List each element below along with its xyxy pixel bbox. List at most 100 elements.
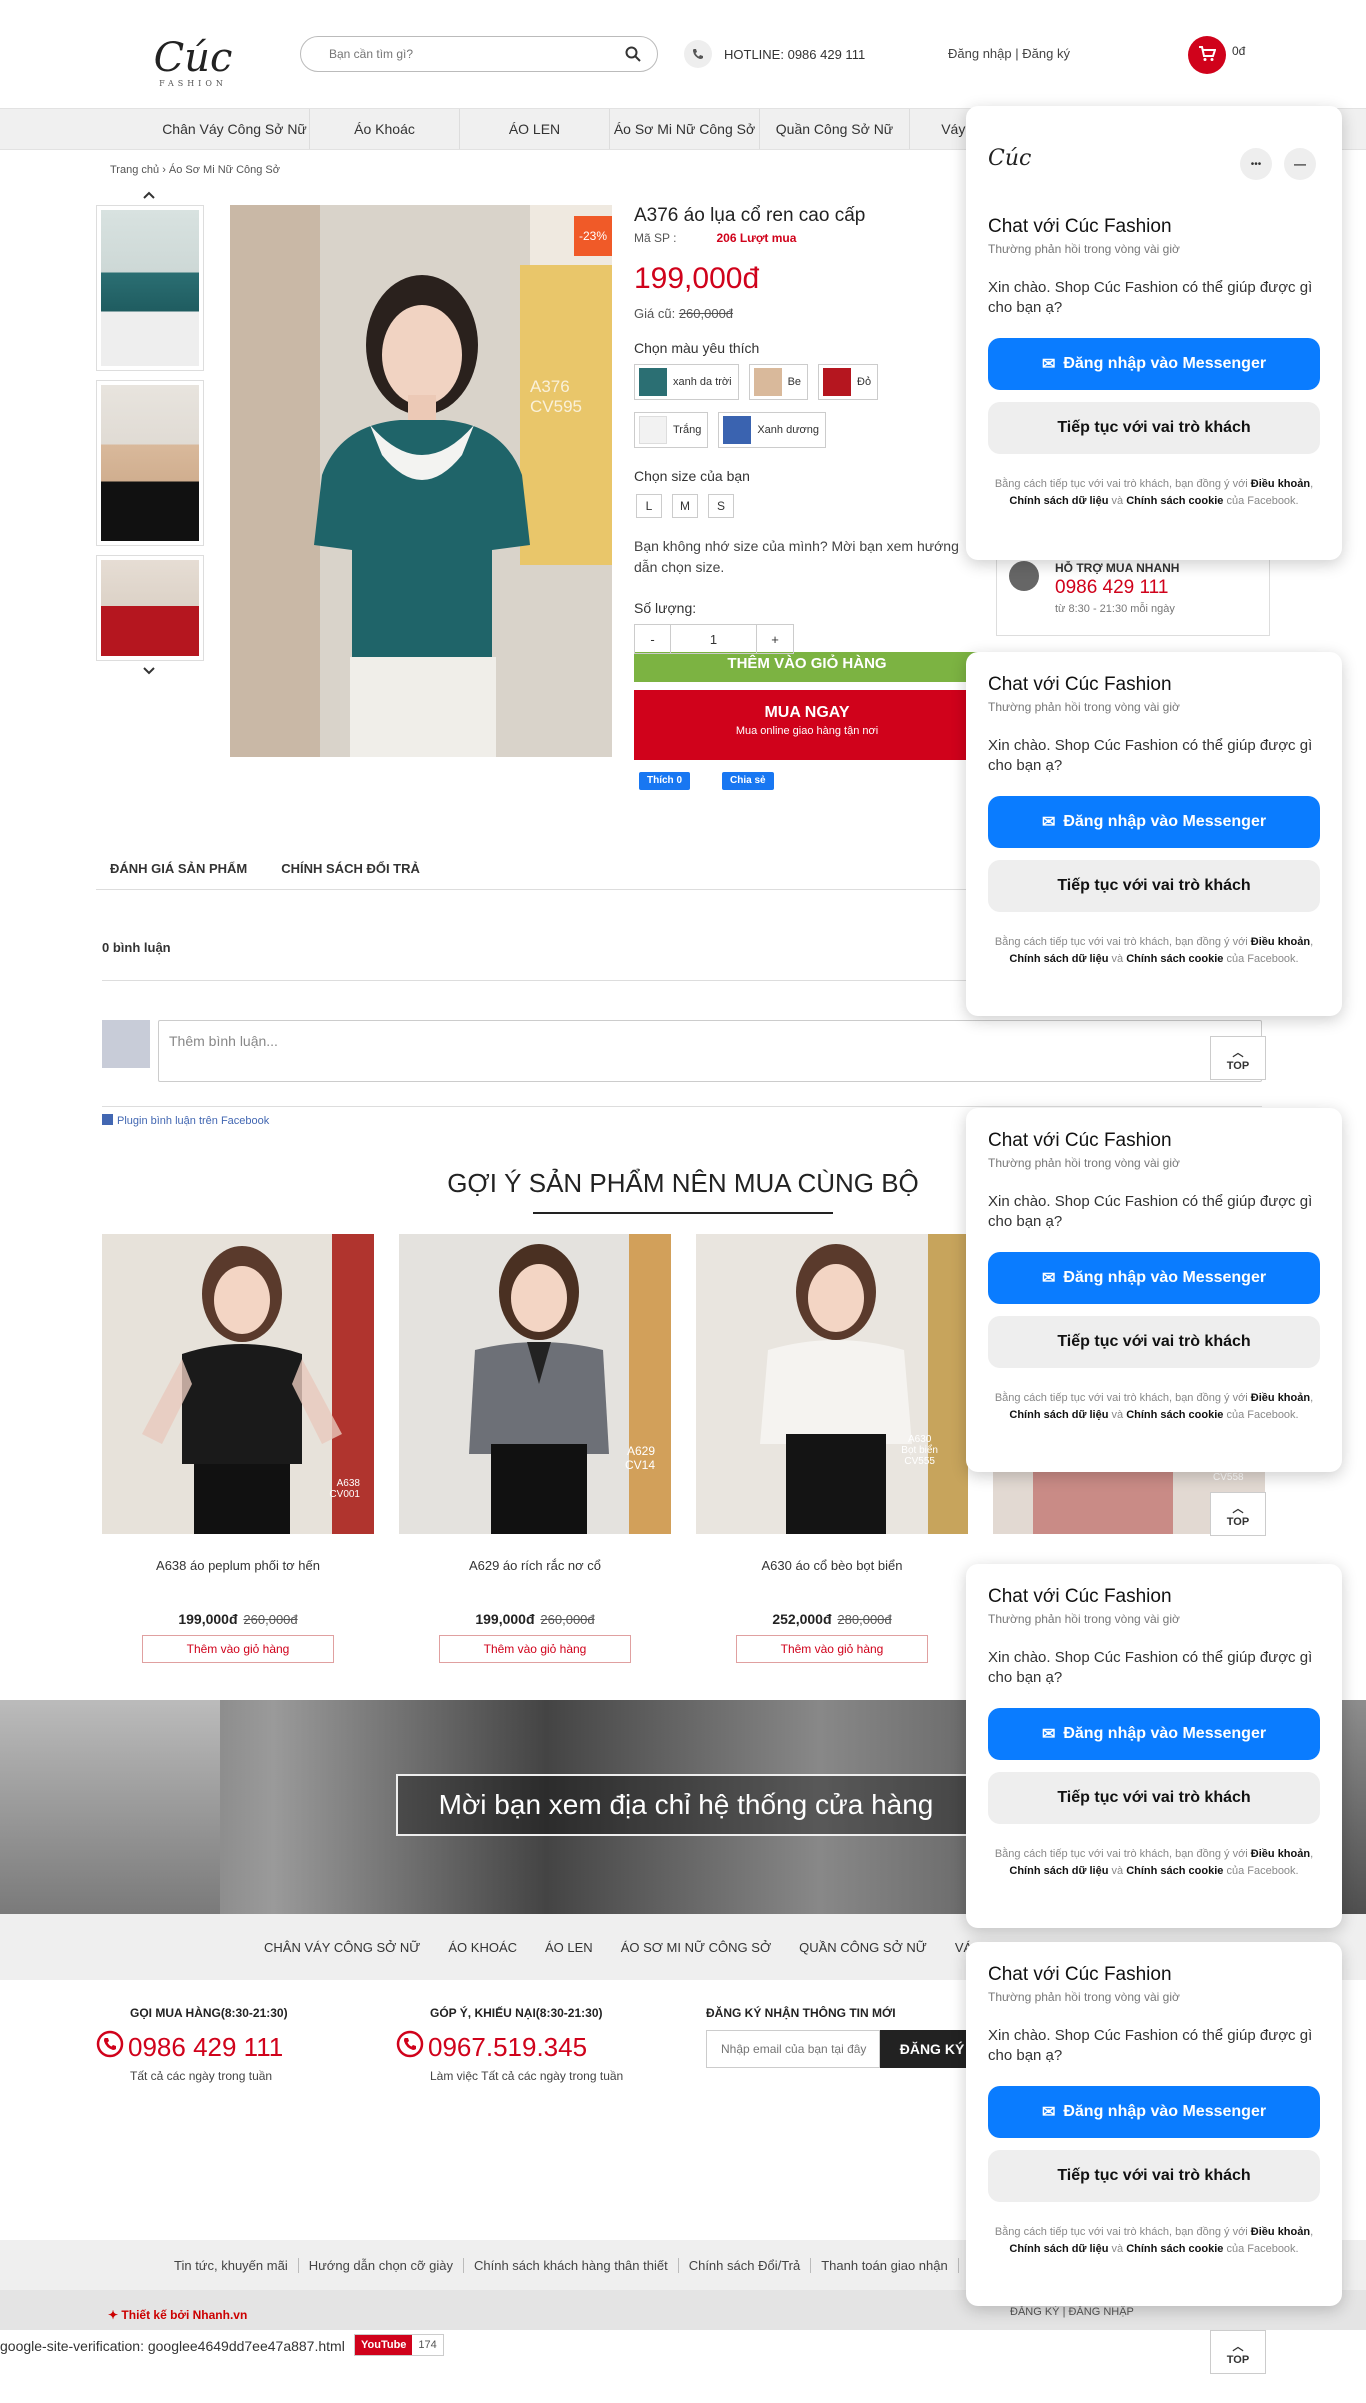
footer-menu-item[interactable]: QUẦN CÔNG SỞ NỮ — [799, 1940, 927, 1955]
product-main-image[interactable]: A376 CV595 — [230, 205, 612, 757]
size-option[interactable]: S — [708, 494, 734, 518]
messenger-login-button[interactable]: ✉ Đăng nhập vào Messenger — [988, 2086, 1320, 2138]
add-to-cart-button[interactable]: Thêm vào giỏ hàng — [142, 1635, 334, 1663]
continue-as-guest-button[interactable]: Tiếp tục với vai trò khách — [988, 1316, 1320, 1368]
footer-menu-item[interactable]: CHÂN VÁY CÔNG SỞ NỮ — [264, 1940, 420, 1955]
minimize-icon[interactable]: — — [1284, 148, 1316, 180]
product-card[interactable]: A629 CV14 A629 áo rích rắc nơ cổ 199,000… — [399, 1234, 671, 1663]
chat-greeting: Xin chào. Shop Cúc Fashion có thể giúp đ… — [988, 1649, 1313, 1686]
product-card[interactable]: A630 Bọt biển CV555 A630 áo cổ bèo bọt b… — [696, 1234, 968, 1663]
hotline-number[interactable]: 0986 429 111 — [788, 47, 866, 62]
chat-title: Chat với Cúc Fashion — [988, 216, 1172, 237]
chevron-down-icon[interactable] — [142, 664, 156, 679]
nav-item[interactable]: Chân Váy Công Sở Nữ — [160, 109, 310, 149]
messenger-icon: ✉ — [1041, 1270, 1056, 1287]
product-card-name[interactable]: A630 áo cổ bèo bọt biển — [696, 1558, 968, 1573]
color-name: Đỏ — [857, 376, 872, 388]
youtube-subscribe-button[interactable]: YouTube 174 — [354, 2334, 444, 2356]
back-to-top-button[interactable]: ︿ TOP — [1210, 1492, 1266, 1536]
nav-item[interactable]: ÁO LEN — [460, 109, 610, 149]
fb-share-button[interactable]: Chia sẻ — [722, 772, 774, 790]
tab-reviews[interactable]: ĐÁNH GIÁ SẢN PHẨM — [110, 852, 247, 889]
footer-auth-links[interactable]: ĐĂNG KÝ | ĐĂNG NHẬP — [1010, 2306, 1134, 2318]
site-logo[interactable]: Cúc FASHION — [138, 36, 248, 94]
color-options-row-2: Trắng Xanh dương — [634, 412, 827, 448]
footer-link[interactable]: Chính sách Đổi/Trả — [679, 2257, 812, 2273]
fb-comment-plugin-link[interactable]: Plugin bình luận trên Facebook — [102, 1114, 269, 1127]
designer-credit[interactable]: ✦ Thiết kế bởi Nhanh.vn — [108, 2308, 247, 2322]
breadcrumb-home[interactable]: Trang chủ — [110, 164, 159, 176]
nav-item[interactable]: Áo Sơ Mi Nữ Công Sở — [610, 109, 760, 149]
back-to-top-button[interactable]: ︿ TOP — [1210, 1036, 1266, 1080]
footer-feedback-phone[interactable]: 0967.519.345 — [428, 2032, 587, 2063]
continue-as-guest-button[interactable]: Tiếp tục với vai trò khách — [988, 2150, 1320, 2202]
comment-input[interactable]: Thêm bình luận... — [158, 1020, 1262, 1082]
add-to-cart-button[interactable]: Thêm vào giỏ hàng — [736, 1635, 928, 1663]
chat-title: Chat với Cúc Fashion — [988, 1586, 1172, 1607]
product-card-name[interactable]: A629 áo rích rắc nơ cổ — [399, 1558, 671, 1573]
qty-input[interactable]: 1 — [671, 625, 757, 653]
messenger-login-button[interactable]: ✉ Đăng nhập vào Messenger — [988, 1252, 1320, 1304]
thumbnail-2[interactable] — [96, 380, 204, 546]
chevron-up-icon[interactable] — [142, 188, 156, 203]
image-code: A638 CV001 — [329, 1478, 360, 1500]
search-icon[interactable] — [625, 46, 641, 65]
fb-like-button[interactable]: Thích 0 — [639, 772, 691, 790]
more-options-icon[interactable]: ••• — [1240, 148, 1272, 180]
messenger-login-button[interactable]: ✉ Đăng nhập vào Messenger — [988, 1708, 1320, 1760]
size-guide-note[interactable]: Bạn không nhớ size của mình? Mời bạn xem… — [634, 536, 974, 578]
messenger-login-button[interactable]: ✉ Đăng nhập vào Messenger — [988, 796, 1320, 848]
color-option[interactable]: Trắng — [634, 412, 709, 448]
qty-plus-button[interactable]: + — [757, 625, 793, 653]
messenger-icon: ✉ — [1041, 2104, 1056, 2121]
newsletter-email-input[interactable] — [706, 2030, 880, 2068]
size-label: Chọn size của bạn — [634, 468, 750, 484]
footer-menu-item[interactable]: ÁO LEN — [545, 1940, 593, 1955]
nhanh-logo-icon: ✦ — [108, 2308, 119, 2322]
product-card-image[interactable]: A629 CV14 — [399, 1234, 671, 1534]
continue-as-guest-button[interactable]: Tiếp tục với vai trò khách — [988, 1772, 1320, 1824]
buy-now-button[interactable]: MUA NGAY Mua online giao hàng tận nơi — [634, 690, 980, 760]
register-link[interactable]: Đăng ký — [1022, 46, 1070, 61]
footer-link[interactable]: Thanh toán giao nhận — [811, 2257, 959, 2273]
back-to-top-button[interactable]: ︿ TOP — [1210, 2330, 1266, 2374]
banner-caption: Mời bạn xem địa chỉ hệ thống cửa hàng — [396, 1774, 976, 1836]
footer-buy-phone[interactable]: 0986 429 111 — [128, 2032, 283, 2063]
search-input[interactable] — [329, 37, 629, 71]
thumbnail-1[interactable] — [96, 205, 204, 371]
product-card-image[interactable]: A630 Bọt biển CV555 — [696, 1234, 968, 1534]
nav-item[interactable]: Quần Công Sở Nữ — [760, 109, 910, 149]
footer-link[interactable]: Hướng dẫn chọn cỡ giày — [299, 2257, 464, 2273]
continue-as-guest-button[interactable]: Tiếp tục với vai trò khách — [988, 402, 1320, 454]
color-option[interactable]: Be — [748, 364, 809, 400]
add-to-cart-button[interactable]: THÊM VÀO GIỎ HÀNG — [634, 652, 980, 682]
chat-greeting: Xin chào. Shop Cúc Fashion có thể giúp đ… — [988, 2027, 1313, 2064]
price: 199,000đ — [178, 1611, 238, 1627]
nav-item[interactable]: Áo Khoác — [310, 109, 460, 149]
phone-icon — [684, 40, 712, 68]
tab-return-policy[interactable]: CHÍNH SÁCH ĐỔI TRẢ — [281, 852, 420, 889]
continue-as-guest-button[interactable]: Tiếp tục với vai trò khách — [988, 860, 1320, 912]
color-option[interactable]: Đỏ — [818, 364, 879, 400]
thumbnail-3[interactable] — [96, 555, 204, 661]
cart-button[interactable] — [1188, 36, 1226, 74]
footer-link[interactable]: Tin tức, khuyến mãi — [164, 2257, 299, 2273]
chevron-up-icon: ︿ — [1232, 1047, 1244, 1059]
color-option[interactable]: xanh da trời — [634, 364, 739, 400]
support-phone[interactable]: 0986 429 111 — [1055, 577, 1168, 599]
footer-menu-item[interactable]: ÁO SƠ MI NỮ CÔNG SỞ — [621, 1940, 771, 1955]
footer-menu-item[interactable]: ÁO KHOÁC — [448, 1940, 517, 1955]
size-option[interactable]: M — [672, 494, 698, 518]
product-card[interactable]: A638 CV001 A638 áo peplum phối tơ hến 19… — [102, 1234, 374, 1663]
login-link[interactable]: Đăng nhập — [948, 46, 1012, 61]
color-option[interactable]: Xanh dương — [718, 412, 827, 448]
price: 199,000đ — [475, 1611, 535, 1627]
footer-link[interactable]: Chính sách khách hàng thân thiết — [464, 2257, 679, 2273]
qty-minus-button[interactable]: - — [635, 625, 671, 653]
product-card-image[interactable]: A638 CV001 — [102, 1234, 374, 1534]
product-card-name[interactable]: A638 áo peplum phối tơ hến — [102, 1558, 374, 1573]
messenger-login-button[interactable]: ✉ Đăng nhập vào Messenger — [988, 338, 1320, 390]
add-to-cart-button[interactable]: Thêm vào giỏ hàng — [439, 1635, 631, 1663]
breadcrumb-category[interactable]: Áo Sơ Mi Nữ Công Sở — [169, 164, 280, 176]
size-option[interactable]: L — [636, 494, 662, 518]
